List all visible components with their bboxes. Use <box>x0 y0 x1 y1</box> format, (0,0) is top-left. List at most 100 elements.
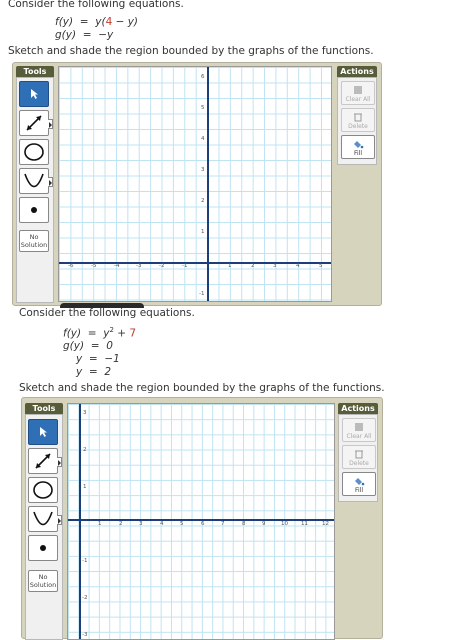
y-tick-label: -1 <box>199 291 205 297</box>
y-tick-label: 6 <box>201 74 205 80</box>
clear-all-label: Clear All <box>345 96 371 103</box>
line-tool-button[interactable] <box>19 110 53 136</box>
actions-panel: Clear All Delete Fill <box>338 414 378 502</box>
x-tick-label: 12 <box>322 521 329 527</box>
y-tick-label: 1 <box>201 229 205 235</box>
y-tick-label: 4 <box>201 136 205 142</box>
y-tick-label: -1 <box>82 558 88 564</box>
x-tick-label: 8 <box>242 521 246 527</box>
pointer-icon <box>40 427 47 437</box>
no-solution-button[interactable]: No Solution <box>28 570 58 592</box>
x-tick-label: 1 <box>228 263 232 269</box>
line-segment-icon <box>26 115 42 131</box>
line-segment-icon <box>35 453 51 469</box>
graph-widget-2: Tools No Solution 1 2 3 4 5 6 7 8 9 10 1… <box>21 397 383 640</box>
point-tool-button[interactable] <box>19 197 49 223</box>
clear-all-icon <box>354 86 362 94</box>
y-tick-label: 5 <box>201 105 205 111</box>
x-tick-label: 4 <box>160 521 164 527</box>
fill-button[interactable]: Fill <box>341 135 375 159</box>
x-tick-label: 2 <box>119 521 123 527</box>
problem2-equation-y2: y = 2 <box>76 366 112 378</box>
parabola-tool-dropdown-icon[interactable] <box>57 515 62 525</box>
actions-panel: Clear All Delete Fill <box>337 77 377 165</box>
x-tick-label: 10 <box>281 521 288 527</box>
problem1-instruction: Sketch and shade the region bounded by t… <box>8 45 374 57</box>
line-tool-dropdown-icon[interactable] <box>48 119 53 129</box>
y-tick-label: 2 <box>201 198 205 204</box>
problem2-equation-y1: y = −1 <box>76 353 120 365</box>
select-tool-button[interactable] <box>28 419 58 445</box>
graph-canvas-1[interactable]: -6 -5 -4 -3 -2 -1 1 2 3 4 5 6 5 4 3 2 1 … <box>58 66 332 302</box>
x-tick-label: -4 <box>114 263 120 269</box>
y-tick-label: 3 <box>83 410 87 416</box>
x-axis <box>59 262 331 264</box>
circle-tool-button[interactable] <box>28 477 58 503</box>
tools-header: Tools <box>16 66 54 77</box>
delete-label: Delete <box>348 123 368 130</box>
y-tick-label: -3 <box>82 632 88 638</box>
y-tick-label: 3 <box>201 167 205 173</box>
fill-label: Fill <box>354 487 363 494</box>
problem2-equation-f: f(y) = y2 + 7 <box>63 326 137 340</box>
circle-icon <box>24 143 44 161</box>
line-tool-dropdown-icon[interactable] <box>57 457 62 467</box>
clear-all-icon <box>355 423 363 431</box>
x-tick-label: 5 <box>180 521 184 527</box>
problem1-equation-g: g(y) = −y <box>55 29 114 41</box>
no-solution-button[interactable]: No Solution <box>19 230 49 252</box>
circle-icon <box>33 481 53 499</box>
fill-label: Fill <box>353 150 362 157</box>
y-axis <box>79 404 81 639</box>
problem1-intro: Consider the following equations. <box>8 0 184 10</box>
clear-all-button[interactable]: Clear All <box>341 81 375 105</box>
clear-all-button[interactable]: Clear All <box>342 418 376 442</box>
graph-canvas-2[interactable]: 1 2 3 4 5 6 7 8 9 10 11 12 3 2 1 -1 -2 -… <box>67 403 335 640</box>
x-tick-label: 11 <box>301 521 308 527</box>
parabola-icon <box>24 173 44 188</box>
paint-bucket-icon <box>355 478 365 486</box>
actions-header: Actions <box>338 403 378 414</box>
problem2-equation-g: g(y) = 0 <box>63 340 113 352</box>
trash-icon <box>354 113 362 122</box>
x-tick-label: 5 <box>319 263 323 269</box>
paint-bucket-icon <box>354 141 364 149</box>
parabola-icon <box>33 511 53 526</box>
x-tick-label: -1 <box>182 263 188 269</box>
x-tick-label: 4 <box>296 263 300 269</box>
tools-header: Tools <box>25 403 63 414</box>
parabola-tool-button[interactable] <box>28 506 62 532</box>
parabola-tool-button[interactable] <box>19 168 53 194</box>
y-tick-label: 1 <box>83 484 87 490</box>
line-tool-button[interactable] <box>28 448 62 474</box>
x-tick-label: 2 <box>251 263 255 269</box>
problem1-equation-f: f(y) = y(4 − y) <box>55 16 139 28</box>
point-icon <box>40 545 46 551</box>
no-solution-label: No Solution <box>29 573 57 589</box>
point-tool-button[interactable] <box>28 535 58 561</box>
graph-widget-1: Tools No Solution -6 -5 -4 -3 -2 -1 1 2 … <box>12 62 382 306</box>
x-tick-label: -6 <box>68 263 74 269</box>
trash-icon <box>355 450 363 459</box>
delete-button[interactable]: Delete <box>341 108 375 132</box>
fill-button[interactable]: Fill <box>342 472 376 496</box>
y-tick-label: -2 <box>82 595 88 601</box>
delete-label: Delete <box>349 460 369 467</box>
circle-tool-button[interactable] <box>19 139 49 165</box>
x-tick-label: -5 <box>91 263 97 269</box>
x-tick-label: 6 <box>201 521 205 527</box>
clear-all-label: Clear All <box>346 433 372 440</box>
delete-button[interactable]: Delete <box>342 445 376 469</box>
x-tick-label: -3 <box>136 263 142 269</box>
select-tool-button[interactable] <box>19 81 49 107</box>
y-axis <box>207 67 209 301</box>
tools-panel: No Solution <box>25 414 63 640</box>
x-tick-label: 1 <box>98 521 102 527</box>
x-tick-label: -2 <box>159 263 165 269</box>
parabola-tool-dropdown-icon[interactable] <box>48 177 53 187</box>
pointer-icon <box>31 89 38 99</box>
no-solution-label: No Solution <box>20 233 48 249</box>
problem2-intro: Consider the following equations. <box>19 307 195 319</box>
tools-panel: No Solution <box>16 77 54 303</box>
problem2-instruction: Sketch and shade the region bounded by t… <box>19 382 385 394</box>
